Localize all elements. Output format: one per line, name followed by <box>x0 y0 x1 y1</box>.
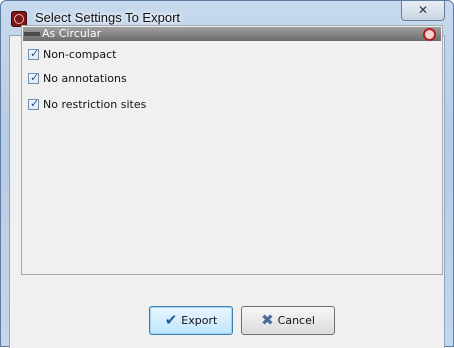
collapse-icon[interactable] <box>24 32 40 36</box>
option-non-compact[interactable]: Non-compact <box>28 46 116 62</box>
option-no-annotations[interactable]: No annotations <box>28 70 127 86</box>
option-label: Non-compact <box>43 47 117 61</box>
checkmark-icon: ✔ <box>164 311 178 329</box>
export-label: Export <box>181 314 218 327</box>
settings-panel: As Circular Non-compact No annotations N… <box>21 25 443 275</box>
panel-title: As Circular <box>42 27 102 40</box>
x-cancel-icon: ✖ <box>261 311 274 329</box>
cancel-button[interactable]: ✖ Cancel <box>241 306 335 335</box>
option-label: No annotations <box>43 71 127 85</box>
circular-badge-icon <box>423 28 436 41</box>
checkbox-no-restriction-sites[interactable] <box>28 97 39 110</box>
close-button[interactable]: ✕ <box>401 1 445 21</box>
checkbox-non-compact[interactable] <box>28 47 39 60</box>
export-settings-dialog: Select Settings To Export ✕ As Circular … <box>0 0 454 348</box>
checkbox-no-annotations[interactable] <box>28 71 39 84</box>
export-button[interactable]: ✔ Export <box>149 306 233 335</box>
window-title: Select Settings To Export <box>35 10 181 25</box>
option-label: No restriction sites <box>43 97 147 111</box>
panel-header[interactable]: As Circular <box>23 27 441 41</box>
close-icon: ✕ <box>417 3 429 17</box>
option-no-restriction-sites[interactable]: No restriction sites <box>28 96 146 112</box>
cancel-label: Cancel <box>277 314 315 327</box>
